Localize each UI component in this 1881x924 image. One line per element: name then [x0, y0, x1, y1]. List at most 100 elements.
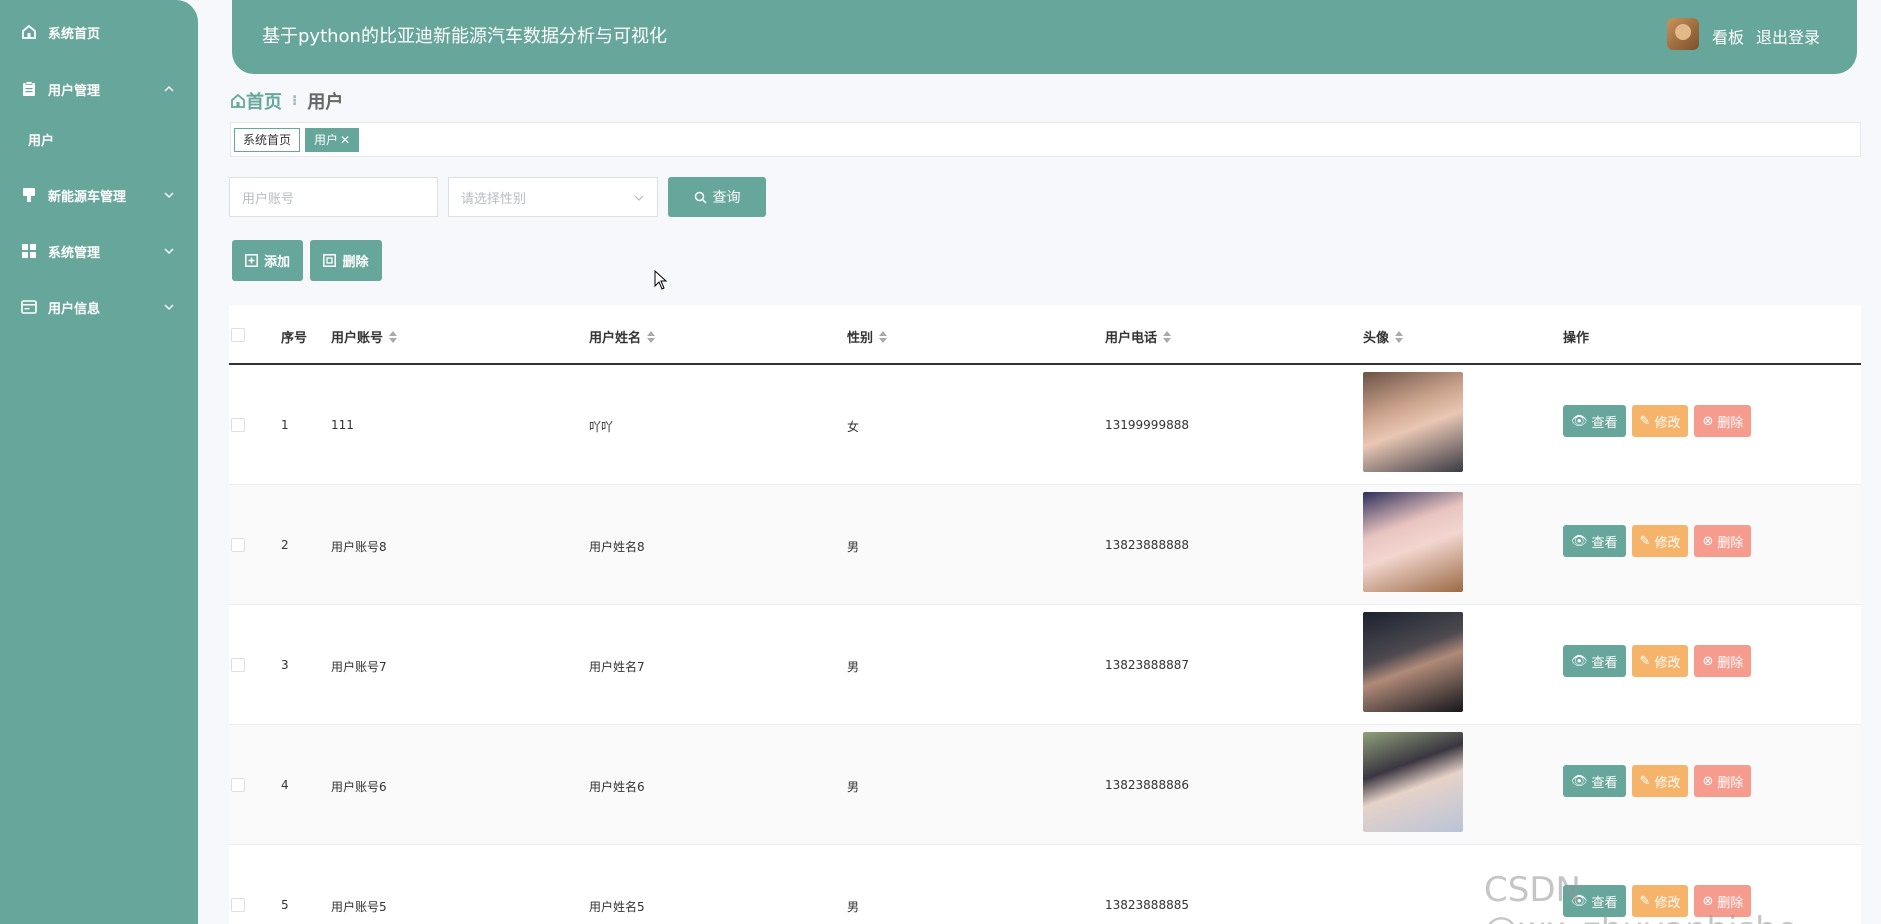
header-gender[interactable]: 性别	[847, 327, 888, 346]
button-label: 查询	[712, 190, 741, 206]
sort-icon[interactable]	[1395, 330, 1404, 343]
edit-button[interactable]: ✎ 修改	[1631, 525, 1689, 557]
select-all-checkbox[interactable]	[231, 328, 245, 342]
sidebar-item-ev-management[interactable]: 新能源车管理	[0, 175, 198, 215]
edit-button[interactable]: ✎ 修改	[1631, 765, 1689, 797]
header-phone[interactable]: 用户电话	[1105, 327, 1172, 346]
edit-icon: ✎	[1639, 773, 1651, 789]
sidebar-item-system-management[interactable]: 系统管理	[0, 231, 198, 271]
cell-account: 用户账号7	[331, 660, 387, 674]
edit-button[interactable]: ✎ 修改	[1631, 405, 1689, 437]
button-label: 查看	[1591, 655, 1618, 671]
delete-button[interactable]: ⊗ 删除	[1694, 645, 1752, 677]
account-search-input[interactable]: 用户账号	[229, 177, 438, 217]
header-index: 序号	[281, 331, 308, 346]
sidebar-item-user-info[interactable]: 用户信息	[0, 287, 198, 327]
cell-index: 3	[281, 658, 289, 672]
home-icon	[20, 23, 38, 41]
cell-name: 用户姓名5	[589, 900, 645, 914]
app-title: 基于python的比亚迪新能源汽车数据分析与可视化	[262, 26, 667, 47]
delete-button[interactable]: ⊗ 删除	[1694, 525, 1752, 557]
button-label: 查看	[1591, 415, 1618, 431]
button-label: 修改	[1654, 415, 1681, 431]
button-label: 删除	[1717, 775, 1744, 791]
breadcrumb-current: 用户	[307, 92, 344, 113]
cell-gender: 男	[847, 780, 860, 794]
sidebar-item-label: 系统管理	[48, 245, 101, 261]
edit-button[interactable]: ✎ 修改	[1631, 645, 1689, 677]
button-label: 删除	[1717, 655, 1744, 671]
view-button[interactable]: 👁 查看	[1563, 525, 1626, 557]
row-checkbox[interactable]	[231, 538, 245, 552]
breadcrumb-separator: ⁝	[292, 93, 298, 109]
chevron-down-icon	[164, 304, 174, 310]
row-checkbox[interactable]	[231, 778, 245, 792]
logout-link[interactable]: 退出登录	[1756, 24, 1820, 48]
sort-icon[interactable]	[647, 330, 656, 343]
tag-users[interactable]: 用户 ✕	[305, 127, 360, 152]
sidebar: 系统首页 用户管理 用户 新能源车管理 系统管理 用户信息	[0, 0, 198, 924]
sort-icon[interactable]	[1163, 330, 1172, 343]
sidebar-subitem-users[interactable]: 用户	[0, 121, 198, 157]
sidebar-item-home[interactable]: 系统首页	[0, 12, 198, 52]
view-button[interactable]: 👁 查看	[1563, 405, 1626, 437]
cell-gender: 男	[847, 900, 860, 914]
gender-select[interactable]: 请选择性别	[448, 177, 658, 217]
delete-button[interactable]: ⊗ 删除	[1694, 765, 1752, 797]
cell-name: 吖吖	[589, 420, 614, 434]
button-label: 修改	[1654, 535, 1681, 551]
view-button[interactable]: 👁 查看	[1563, 765, 1626, 797]
cell-name: 用户姓名7	[589, 660, 645, 674]
cell-index: 1	[281, 418, 289, 432]
avatar-photo[interactable]	[1363, 612, 1463, 712]
eye-icon: 👁	[1571, 533, 1588, 549]
query-button[interactable]: 查询	[668, 177, 766, 217]
button-label: 删除	[1717, 535, 1744, 551]
close-icon[interactable]: ✕	[340, 133, 350, 147]
button-label: 修改	[1654, 655, 1681, 671]
dashboard-link[interactable]: 看板	[1712, 24, 1744, 48]
button-label: 修改	[1654, 775, 1681, 791]
tag-home[interactable]: 系统首页	[234, 127, 301, 152]
cell-phone: 13199999888	[1105, 418, 1189, 432]
tag-label: 用户	[314, 133, 339, 147]
eye-icon: 👁	[1571, 773, 1588, 789]
avatar-photo[interactable]	[1363, 492, 1463, 592]
header-label: 用户姓名	[589, 331, 642, 346]
row-checkbox[interactable]	[231, 658, 245, 672]
cell-gender: 女	[847, 420, 860, 434]
button-label: 查看	[1591, 775, 1618, 791]
close-circle-icon: ⊗	[1702, 533, 1714, 549]
add-button[interactable]: 添加	[232, 240, 303, 281]
batch-delete-button[interactable]: 删除	[310, 240, 382, 281]
avatar-photo[interactable]	[1363, 372, 1463, 472]
button-label: 删除	[342, 255, 369, 270]
sidebar-item-user-management[interactable]: 用户管理	[0, 69, 198, 109]
view-button[interactable]: 👁 查看	[1563, 645, 1626, 677]
row-checkbox[interactable]	[231, 898, 245, 912]
eye-icon: 👁	[1571, 653, 1588, 669]
header-account[interactable]: 用户账号	[331, 327, 398, 346]
button-label: 删除	[1717, 415, 1744, 431]
header-name[interactable]: 用户姓名	[589, 327, 656, 346]
header-avatar[interactable]: 头像	[1363, 327, 1404, 346]
header-label: 用户电话	[1105, 331, 1158, 346]
edit-icon: ✎	[1639, 413, 1651, 429]
sort-icon[interactable]	[879, 330, 888, 343]
cell-phone: 13823888888	[1105, 538, 1189, 552]
cell-index: 4	[281, 778, 289, 792]
cell-name: 用户姓名6	[589, 780, 645, 794]
user-avatar[interactable]	[1667, 18, 1699, 50]
cell-account: 用户账号6	[331, 780, 387, 794]
avatar-photo[interactable]	[1363, 732, 1463, 832]
cell-index: 2	[281, 538, 289, 552]
delete-button[interactable]: ⊗ 删除	[1694, 405, 1752, 437]
eye-icon: 👁	[1571, 413, 1588, 429]
sort-icon[interactable]	[389, 330, 398, 343]
header-ops: 操作	[1563, 331, 1590, 346]
clipboard-icon	[20, 80, 38, 98]
breadcrumb-home[interactable]: 首页	[246, 88, 282, 114]
chevron-down-icon	[634, 195, 644, 201]
row-checkbox[interactable]	[231, 418, 245, 432]
sidebar-item-label: 系统首页	[48, 26, 101, 42]
